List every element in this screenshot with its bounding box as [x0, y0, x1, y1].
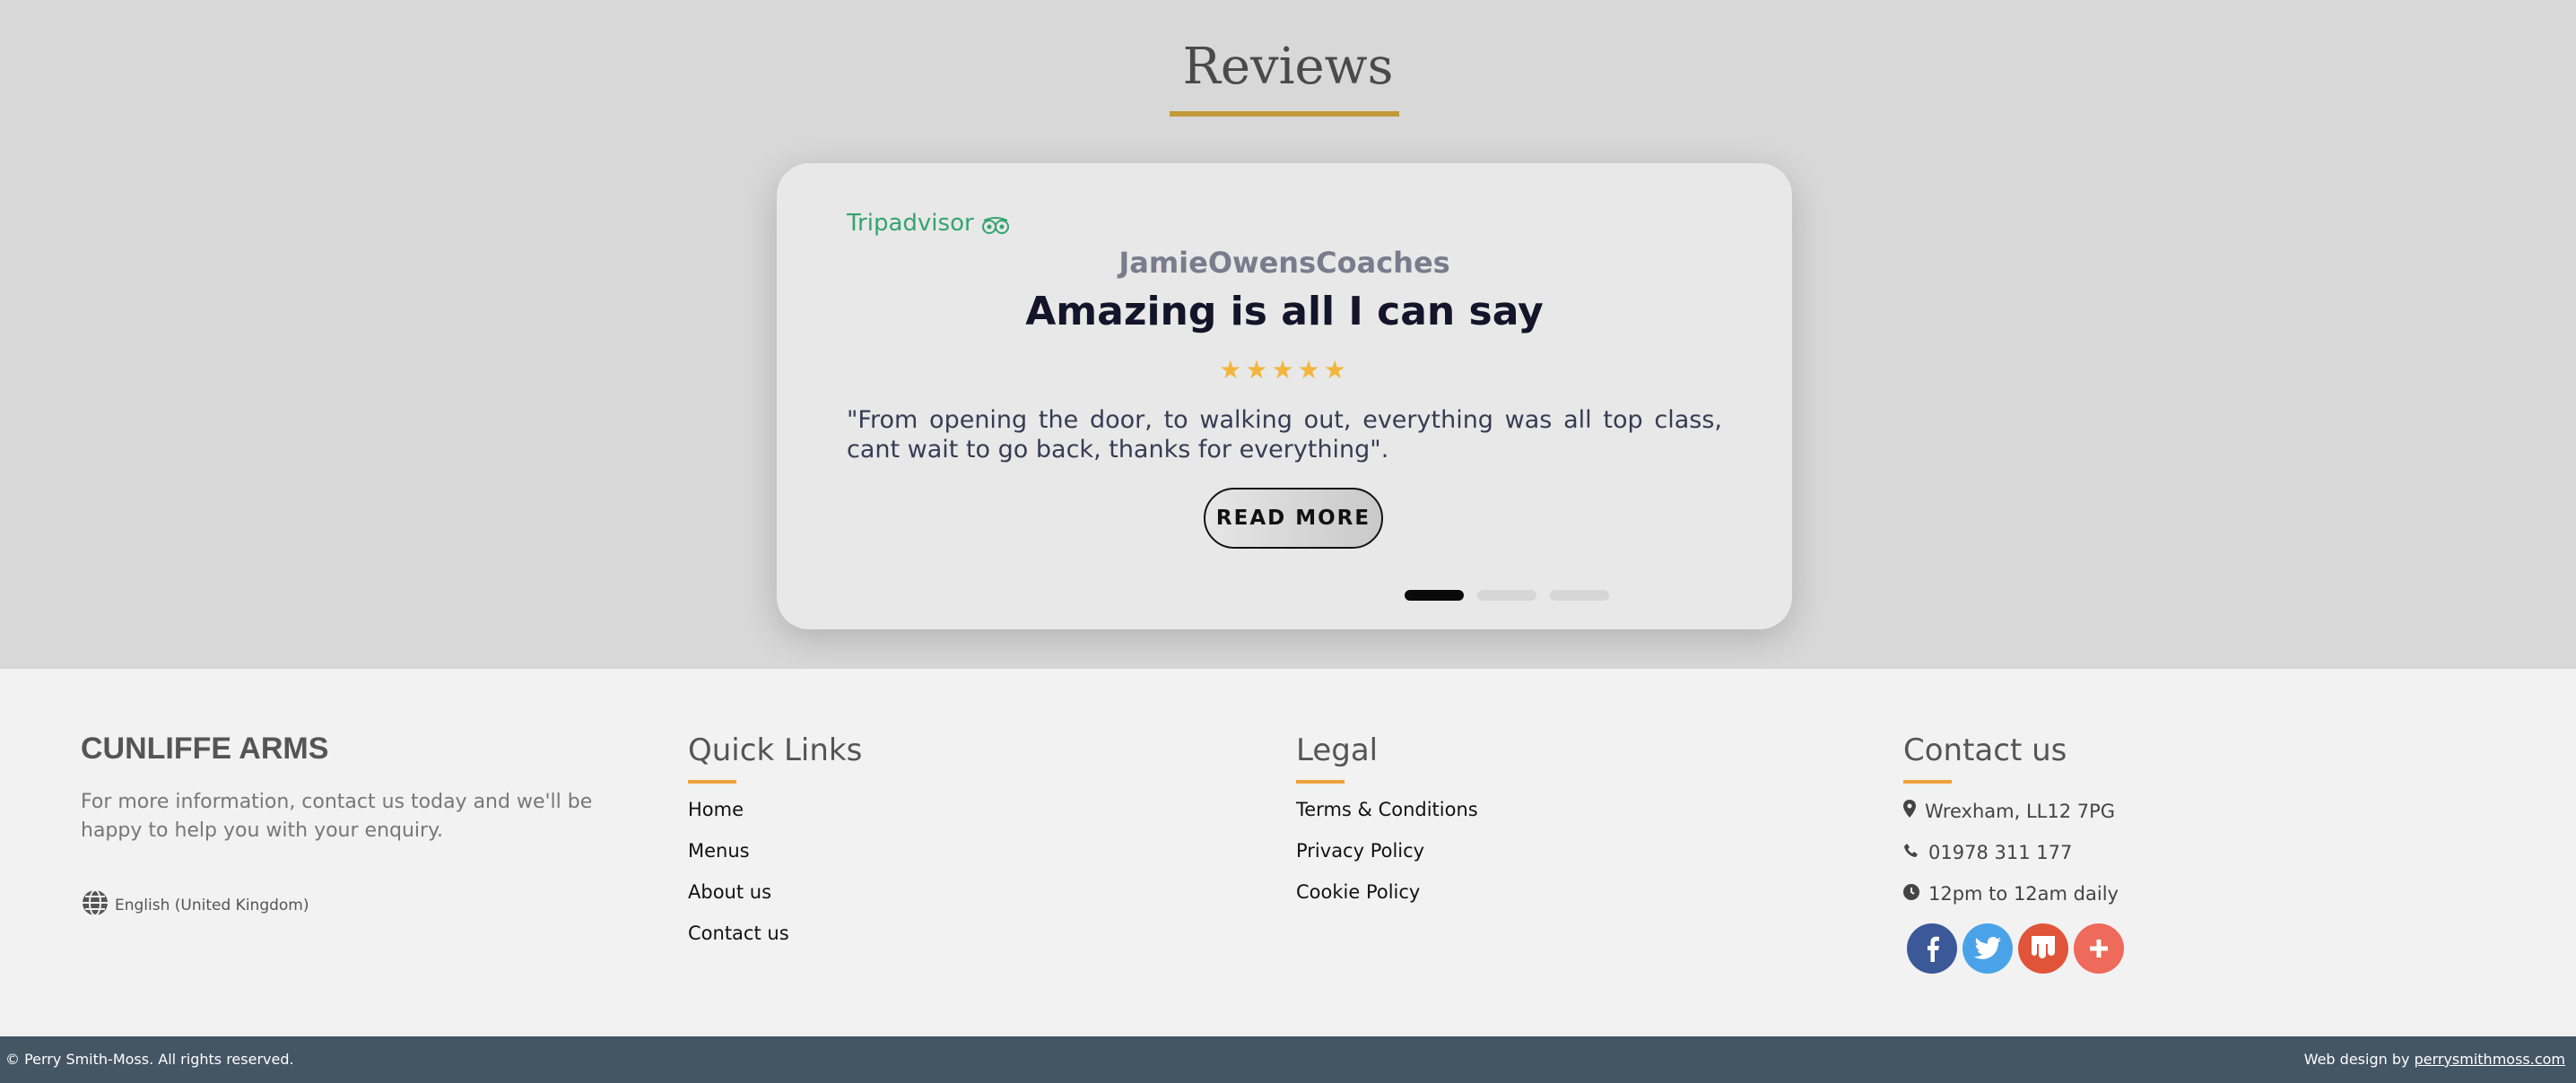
plus-icon[interactable]	[2074, 923, 2124, 974]
legal-column: Legal Terms & Conditions Privacy Policy …	[1296, 732, 1478, 905]
link-privacy-policy[interactable]: Privacy Policy	[1296, 837, 1478, 864]
heading-underline	[1170, 111, 1399, 117]
review-author: JamieOwensCoaches	[1118, 246, 1450, 280]
contact-heading: Contact us	[1903, 732, 2067, 768]
language-label: English (United Kingdom)	[115, 896, 309, 914]
bottom-bar: © Perry Smith-Moss. All rights reserved.…	[0, 1036, 2576, 1083]
phone-icon	[1903, 839, 1919, 866]
reviews-heading: Reviews	[1182, 38, 1394, 96]
legal-heading: Legal	[1296, 732, 1379, 768]
map-marker-icon	[1903, 798, 1916, 825]
twitter-icon[interactable]	[1962, 923, 2013, 974]
review-source: Tripadvisor	[847, 210, 1010, 237]
carousel-dot-1[interactable]	[1405, 590, 1464, 601]
credit-link[interactable]: perrysmithmoss.com	[2415, 1051, 2565, 1068]
read-more-button[interactable]: READ MORE	[1204, 488, 1383, 549]
footer: CUNLIFFE ARMS For more information, cont…	[0, 669, 2576, 1036]
review-title: Amazing is all I can say	[1025, 289, 1544, 334]
source-label: Tripadvisor	[847, 210, 974, 237]
contact-address: Wrexham, LL12 7PG	[1903, 798, 2124, 825]
carousel-dot-3[interactable]	[1550, 590, 1609, 601]
contact-column: Contact us Wrexham, LL12 7PG 01978 311 1…	[1903, 732, 2124, 974]
link-about-us[interactable]: About us	[688, 879, 862, 905]
review-text: "From opening the door, to walking out, …	[847, 406, 1722, 464]
carousel-indicators	[1405, 590, 1609, 601]
link-menus[interactable]: Menus	[688, 837, 862, 864]
heading-bar	[1903, 780, 1952, 784]
carousel-dot-2[interactable]	[1477, 590, 1536, 601]
contact-hours: 12pm to 12am daily	[1903, 880, 2124, 907]
footer-brand-column: CUNLIFFE ARMS For more information, cont…	[81, 732, 646, 922]
link-cookie-policy[interactable]: Cookie Policy	[1296, 879, 1478, 905]
quick-links-heading: Quick Links	[688, 732, 863, 768]
phone-text[interactable]: 01978 311 177	[1928, 839, 2072, 866]
link-home[interactable]: Home	[688, 796, 862, 823]
contact-phone: 01978 311 177	[1903, 839, 2124, 866]
social-links	[1907, 923, 2124, 974]
heading-bar	[688, 780, 736, 784]
link-contact-us[interactable]: Contact us	[688, 920, 862, 947]
mix-icon[interactable]	[2018, 923, 2068, 974]
clock-icon	[1903, 880, 1919, 907]
hours-text: 12pm to 12am daily	[1928, 883, 2119, 905]
reviews-section: Reviews Tripadvisor JamieOwensCoaches Am…	[0, 0, 2576, 669]
copyright-text: © Perry Smith-Moss. All rights reserved.	[5, 1051, 294, 1068]
link-terms[interactable]: Terms & Conditions	[1296, 796, 1478, 823]
facebook-icon[interactable]	[1907, 923, 1957, 974]
quick-links-column: Quick Links Home Menus About us Contact …	[688, 732, 862, 947]
star-rating: ★★★★★	[1219, 355, 1350, 385]
design-credit: Web design by perrysmithmoss.com	[2304, 1051, 2565, 1068]
credit-prefix: Web design by	[2303, 1051, 2410, 1068]
brand-name: CUNLIFFE ARMS	[81, 732, 329, 766]
globe-icon	[81, 888, 109, 922]
tripadvisor-owl-icon	[981, 214, 1010, 234]
heading-bar	[1296, 780, 1345, 784]
language-selector[interactable]: English (United Kingdom)	[81, 888, 646, 922]
review-card: Tripadvisor JamieOwensCoaches Amazing is…	[777, 163, 1792, 629]
brand-description: For more information, contact us today a…	[81, 791, 593, 842]
address-text: Wrexham, LL12 7PG	[1925, 801, 2116, 822]
